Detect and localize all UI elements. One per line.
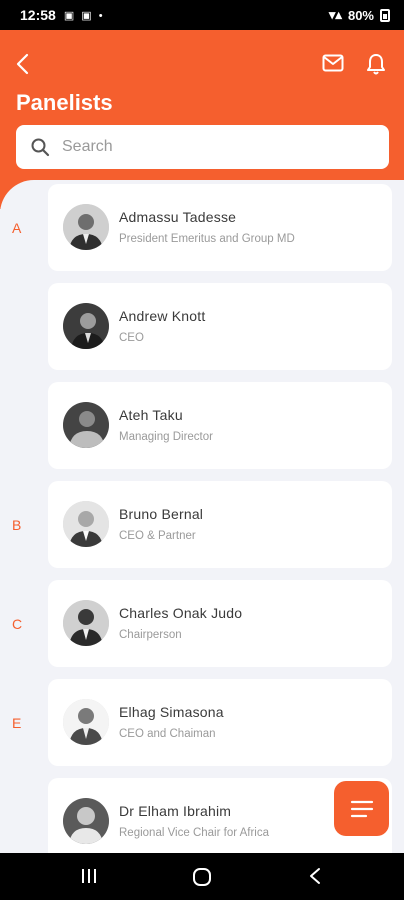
panelist-role: Managing Director — [119, 431, 213, 443]
system-back-icon[interactable] — [308, 867, 322, 885]
system-nav-bar — [0, 853, 404, 900]
mail-icon[interactable] — [322, 54, 344, 72]
search-input[interactable] — [62, 138, 362, 156]
list-item[interactable]: Ateh Taku Managing Director — [0, 382, 404, 469]
panelist-card[interactable]: Andrew Knott CEO — [48, 283, 392, 370]
section-letter: E — [12, 715, 22, 731]
list-item[interactable]: E Elhag Simasona CEO and Chaiman — [0, 679, 404, 766]
page-title: Panelists — [16, 90, 113, 115]
search-bar[interactable] — [16, 125, 389, 169]
status-time: 12:58 — [20, 7, 56, 23]
panelist-name: Admassu Tadesse — [119, 209, 237, 225]
panelist-card[interactable]: Admassu Tadesse President Emeritus and G… — [48, 184, 392, 271]
panelist-name: Ateh Taku — [119, 407, 183, 423]
section-letter: B — [12, 517, 22, 533]
section-letter: C — [12, 616, 23, 632]
status-right: ▾▴ 80% — [329, 7, 390, 23]
menu-icon — [350, 800, 373, 817]
panelist-name: Andrew Knott — [119, 308, 206, 324]
wifi-signal-icon: ▾▴ — [328, 7, 342, 22]
panelist-role: Regional Vice Chair for Africa — [119, 827, 269, 839]
section-letter: A — [12, 220, 22, 236]
panelist-card[interactable]: Charles Onak Judo Chairperson — [48, 580, 392, 667]
panelist-name: Dr Elham Ibrahim — [119, 803, 232, 819]
battery-level: 80% — [347, 7, 374, 23]
panelist-card[interactable]: Bruno Bernal CEO & Partner — [48, 481, 392, 568]
avatar — [63, 303, 109, 349]
bell-icon[interactable] — [366, 53, 386, 75]
avatar — [63, 204, 109, 250]
panelist-name: Bruno Bernal — [119, 506, 204, 522]
list-item[interactable]: B Bruno Bernal CEO & Partner — [0, 481, 404, 568]
avatar — [63, 501, 109, 547]
panelist-list[interactable]: A Admassu Tadesse President Emeritus and… — [0, 180, 404, 853]
battery-icon — [380, 8, 390, 22]
notification-icons: ▣ ▣ • — [63, 9, 105, 22]
panelist-name: Elhag Simasona — [119, 704, 224, 720]
home-icon[interactable] — [192, 867, 212, 887]
status-bar: 12:58 ▣ ▣ • ▾▴ 80% — [0, 0, 404, 30]
panelist-role: President Emeritus and Group MD — [119, 233, 295, 245]
avatar — [63, 600, 109, 646]
panelist-card[interactable]: Ateh Taku Managing Director — [48, 382, 392, 469]
avatar — [63, 402, 109, 448]
list-item[interactable]: A Admassu Tadesse President Emeritus and… — [0, 184, 404, 271]
panelist-role: CEO and Chaiman — [119, 728, 216, 740]
back-chevron-icon[interactable] — [12, 52, 36, 76]
panelist-card[interactable]: Elhag Simasona CEO and Chaiman — [48, 679, 392, 766]
avatar — [63, 798, 109, 844]
list-item[interactable]: C Charles Onak Judo Chairperson — [0, 580, 404, 667]
panelist-name: Charles Onak Judo — [119, 605, 243, 621]
list-item[interactable]: Andrew Knott CEO — [0, 283, 404, 370]
panelist-role: Chairperson — [119, 629, 182, 641]
panelist-role: CEO & Partner — [119, 530, 196, 542]
recent-apps-icon[interactable] — [80, 867, 98, 885]
panelist-role: CEO — [119, 332, 144, 344]
avatar — [63, 699, 109, 745]
menu-fab-button[interactable] — [334, 781, 389, 836]
search-icon — [31, 138, 50, 157]
